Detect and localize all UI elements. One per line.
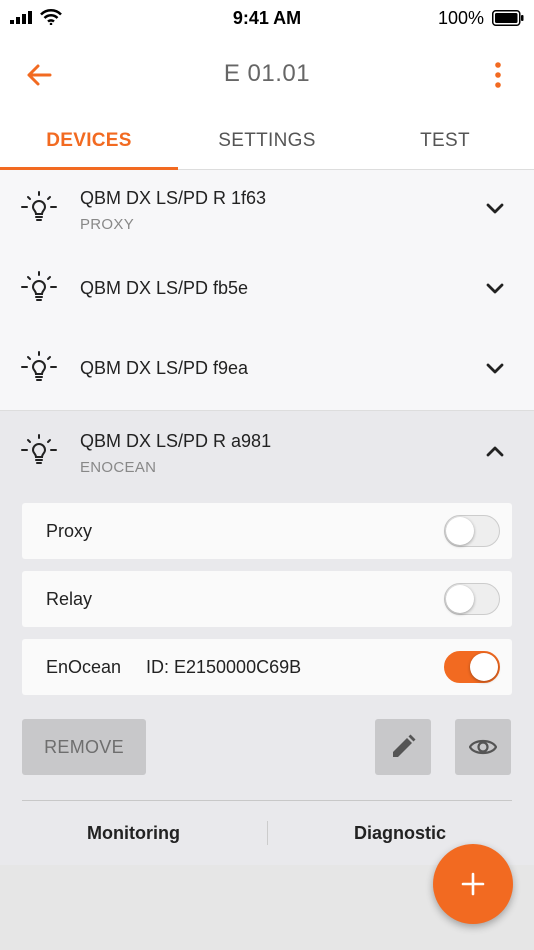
eye-icon bbox=[469, 739, 497, 755]
battery-percent: 100% bbox=[437, 8, 484, 28]
add-device-button[interactable] bbox=[433, 844, 513, 924]
chevron-up-icon[interactable] bbox=[482, 438, 508, 464]
setting-enocean: EnOcean ID: E2150000C69B bbox=[22, 639, 512, 695]
setting-label: Relay bbox=[46, 589, 93, 609]
toggle-knob bbox=[446, 517, 474, 545]
divider bbox=[22, 800, 512, 801]
device-name: QBM DX LS/PD R a981 bbox=[80, 431, 272, 451]
setting-proxy: Proxy bbox=[22, 503, 512, 559]
device-type: PROXY bbox=[80, 216, 135, 233]
monitoring-link[interactable]: Monitoring bbox=[87, 823, 180, 844]
chevron-down-icon[interactable] bbox=[482, 196, 508, 222]
setting-label: Proxy bbox=[46, 521, 93, 541]
link-separator bbox=[267, 821, 268, 845]
toggle-knob bbox=[470, 653, 498, 681]
pencil-icon bbox=[393, 734, 416, 757]
device-type: ENOCEAN bbox=[80, 459, 157, 476]
proxy-toggle[interactable] bbox=[444, 515, 500, 547]
tab-devices[interactable]: DEVICES bbox=[0, 112, 178, 170]
chevron-down-icon[interactable] bbox=[482, 276, 508, 302]
remove-button[interactable]: REMOVE bbox=[22, 719, 146, 775]
lightbulb-icon bbox=[21, 271, 57, 301]
expanded-device: QBM DX LS/PD R a981 ENOCEAN Proxy Relay … bbox=[0, 410, 534, 865]
status-bar: 9:41 AM 100% bbox=[0, 0, 534, 36]
toggle-knob bbox=[446, 585, 474, 613]
device-name: QBM DX LS/PD R 1f63 bbox=[80, 188, 267, 208]
enocean-toggle[interactable] bbox=[444, 651, 500, 683]
lightbulb-icon bbox=[21, 434, 57, 464]
device-name: QBM DX LS/PD f9ea bbox=[80, 358, 249, 378]
battery-icon bbox=[492, 10, 524, 26]
relay-toggle[interactable] bbox=[444, 583, 500, 615]
enocean-id: ID: E2150000C69B bbox=[146, 657, 302, 677]
view-button[interactable] bbox=[455, 719, 511, 775]
diagnostic-link[interactable]: Diagnostic bbox=[354, 823, 446, 844]
more-vertical-icon[interactable] bbox=[486, 58, 510, 92]
device-name: QBM DX LS/PD fb5e bbox=[80, 278, 249, 298]
edit-button[interactable] bbox=[375, 719, 431, 775]
tab-settings[interactable]: SETTINGS bbox=[178, 112, 356, 169]
device-links: Monitoring Diagnostic bbox=[0, 815, 534, 851]
device-list: QBM DX LS/PD R 1f63 PROXY QBM DX LS/PD f… bbox=[0, 170, 534, 865]
lightbulb-icon bbox=[21, 191, 57, 221]
setting-label: EnOcean bbox=[46, 657, 122, 677]
setting-relay: Relay bbox=[22, 571, 512, 627]
tab-bar: DEVICES SETTINGS TEST bbox=[0, 112, 534, 170]
page-title: E 01.01 bbox=[223, 60, 311, 87]
chevron-down-icon[interactable] bbox=[482, 356, 508, 382]
device-row[interactable]: QBM DX LS/PD f9ea bbox=[0, 330, 534, 410]
device-row[interactable]: QBM DX LS/PD R 1f63 PROXY bbox=[0, 170, 534, 250]
tab-test[interactable]: TEST bbox=[356, 112, 534, 169]
plus-icon bbox=[461, 872, 485, 896]
device-row[interactable]: QBM DX LS/PD fb5e bbox=[0, 250, 534, 330]
lightbulb-icon bbox=[21, 351, 57, 381]
app-header: E 01.01 bbox=[0, 36, 534, 112]
